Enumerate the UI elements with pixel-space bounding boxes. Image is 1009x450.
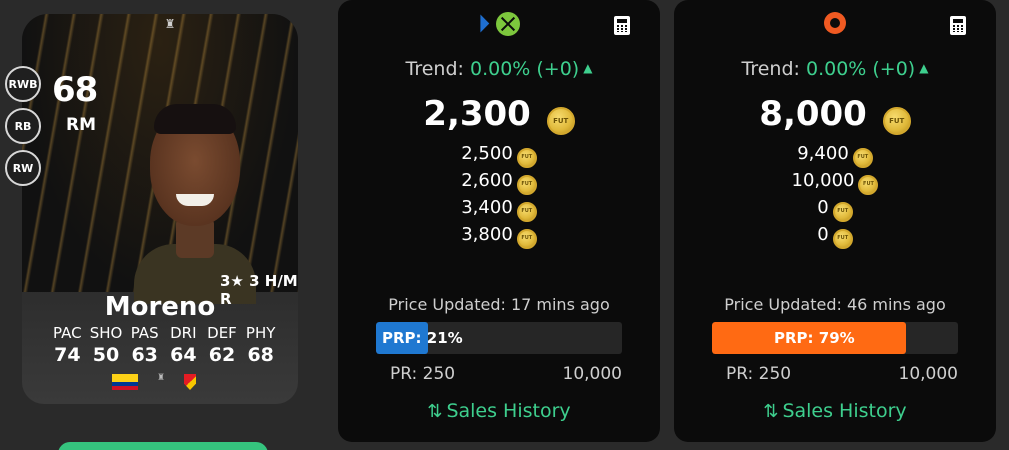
stat-value: 74 [54,344,81,366]
platform-icons: ⏵ [338,12,660,38]
list-item: 0 FUT [674,221,996,249]
origin-icon [824,12,846,34]
stat-pac: PAC 74 [48,324,87,366]
coin-icon: FUT [832,201,853,222]
action-button[interactable] [58,442,268,450]
trend-value: 0.00% (+0) [805,58,916,80]
prp-label: PRP: 79% [774,329,855,347]
pr-min: PR: 250 [390,364,456,384]
club-badge-icon [184,374,196,390]
stat-value: 64 [170,344,197,366]
pr-max: 10,000 [562,364,622,384]
price-updated-text: Price Updated: 17 mins ago [388,295,610,314]
sort-arrows-icon: ⇅ [763,401,779,422]
stat-label: PAC [53,324,82,342]
price-value: 9,400 [797,143,849,164]
coin-icon: FUT [858,174,879,195]
stat-label: SHO [89,324,123,342]
price-updated-text: Price Updated: 46 mins ago [724,295,946,314]
pr-max: 10,000 [898,364,958,384]
stat-sho: SHO 50 [87,324,126,366]
price-value: 0 [817,224,829,245]
list-item: 9,400 FUT [674,140,996,168]
console-price-panel: ⏵ Trend: 0.00% (+0) ▲ 2,300 FUT 2,500 FUT … [338,0,660,442]
alt-position-badge[interactable]: RWB [5,66,41,102]
prp-label: PRP: 21% [382,329,463,347]
league-logo-icon: ♜ [156,373,166,383]
stat-value: 50 [92,344,120,366]
stat-def: DEF 62 [203,324,242,366]
trend-label: Trend: [741,58,806,80]
price-value: 0 [817,197,829,218]
nation-flag-icon [112,374,138,390]
price-value: 3,400 [461,197,513,218]
price-value: 10,000 [791,170,855,191]
price-value: 2,500 [461,143,513,164]
lowest-price-value: 2,300 [423,94,531,134]
stat-label: DEF [207,324,237,342]
coin-icon: FUT [546,107,575,135]
trend-up-icon: ▲ [919,61,929,75]
stat-phy: PHY 68 [241,324,280,366]
sales-history-label: Sales History [782,400,907,422]
price-list: 9,400 FUT 10,000 FUT 0 FUT 0 FUT [674,140,996,249]
player-stats: PAC 74 SHO 50 PAS 63 DRI 64 DEF 62 PHY 68 [48,324,280,366]
platform-icons [674,12,996,34]
price-list: 2,500 FUT 2,600 FUT 3,400 FUT 3,800 FUT [338,140,660,249]
stat-value: 62 [208,344,236,366]
stat-label: PHY [245,324,276,342]
stat-label: DRI [170,324,197,342]
list-item: 3,400 FUT [338,194,660,222]
coin-icon: FUT [882,107,911,135]
player-name: Moreno [104,292,216,322]
sales-history-label: Sales History [446,400,571,422]
player-photo [120,94,270,304]
list-item: 10,000 FUT [674,167,996,195]
sales-history-link[interactable]: ⇅ Sales History [338,400,660,422]
prp-progress-bar: PRP: 79% [712,322,958,354]
lowest-price-value: 8,000 [759,94,867,134]
alt-position-badge[interactable]: RB [5,108,41,144]
coin-icon: FUT [832,228,853,249]
coin-icon: FUT [516,147,537,168]
player-position: RM [66,115,97,135]
pr-min: PR: 250 [726,364,792,384]
pc-price-panel: Trend: 0.00% (+0) ▲ 8,000 FUT 9,400 FUT 10… [674,0,996,442]
stat-value: 68 [247,344,274,366]
coin-icon: FUT [516,228,537,249]
competition-logo: ♜ [164,17,176,31]
prp-progress-bar: PRP: 21% [376,322,622,354]
trend-value: 0.00% (+0) [469,58,580,80]
coin-icon: FUT [516,174,537,195]
list-item: 0 FUT [674,194,996,222]
price-value: 3,800 [461,224,513,245]
lowest-price: 8,000 FUT [674,94,996,135]
sort-arrows-icon: ⇅ [427,401,443,422]
playstation-icon: ⏵ [478,12,490,37]
xbox-icon [495,12,520,36]
price-range: PR: 250 10,000 [726,364,958,384]
stat-dri: DRI 64 [164,324,203,366]
player-rating: 68 [52,70,98,110]
price-value: 2,600 [461,170,513,191]
stat-value: 63 [131,344,158,366]
calculator-icon[interactable] [614,16,630,35]
price-range: PR: 250 10,000 [390,364,622,384]
alt-position-badge[interactable]: RW [5,150,41,186]
stat-pas: PAS 63 [125,324,164,366]
trend-up-icon: ▲ [583,61,593,75]
calculator-icon[interactable] [950,16,966,35]
list-item: 3,800 FUT [338,221,660,249]
coin-icon: FUT [516,201,537,222]
coin-icon: FUT [852,147,873,168]
list-item: 2,500 FUT [338,140,660,168]
card-badges: ♜ [112,373,196,390]
trend-label: Trend: [405,58,470,80]
trend: Trend: 0.00% (+0) ▲ [674,58,996,80]
sales-history-link[interactable]: ⇅ Sales History [674,400,996,422]
trend: Trend: 0.00% (+0) ▲ [338,58,660,80]
stat-label: PAS [130,324,159,342]
lowest-price: 2,300 FUT [338,94,660,135]
list-item: 2,600 FUT [338,167,660,195]
